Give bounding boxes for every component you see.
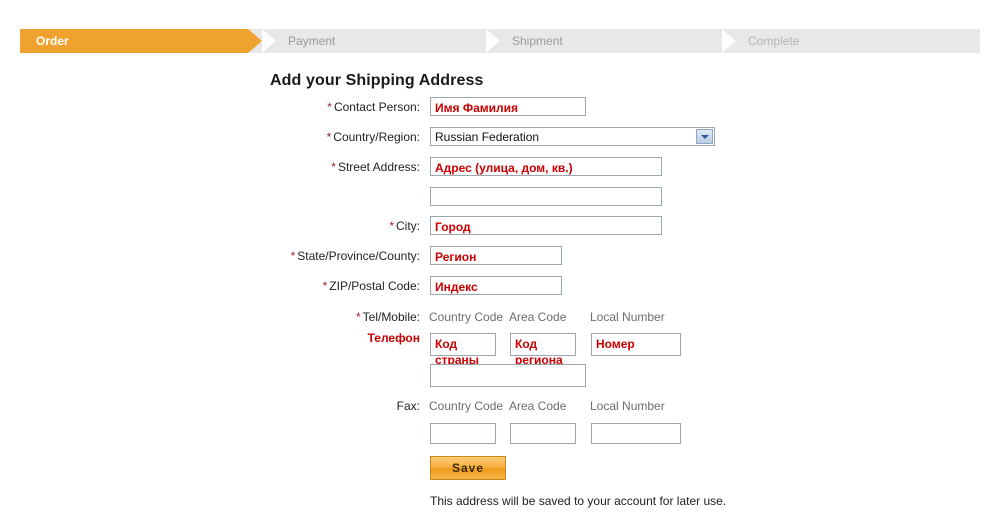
fax-country-code-input[interactable] <box>430 423 496 444</box>
tel-col-local-number: Local Number <box>590 310 665 324</box>
contact-person-input[interactable] <box>430 97 586 116</box>
fax-area-code-input[interactable] <box>510 423 576 444</box>
fax-col-country-code: Country Code <box>429 399 504 413</box>
save-button[interactable]: Save <box>430 456 506 480</box>
label-contact-person: * Contact Person: <box>180 100 420 114</box>
tel-local-number-input[interactable]: Номер <box>591 333 681 356</box>
tel-extension-input[interactable] <box>430 364 586 387</box>
label-street-address: * Street Address: <box>180 160 420 174</box>
label-fax: Fax: <box>180 399 420 413</box>
required-asterisk: * <box>327 100 332 114</box>
fax-col-local-number: Local Number <box>590 399 665 413</box>
page-title: Add your Shipping Address <box>270 72 484 89</box>
label-tel-mobile: * Tel/Mobile: <box>180 310 420 324</box>
label-state-province-text: State/Province/County: <box>297 249 420 263</box>
chevron-down-icon[interactable] <box>696 129 713 144</box>
label-tel-mobile-sub: Телефон <box>367 331 420 345</box>
tel-area-code-input[interactable]: Код региона <box>510 333 576 367</box>
state-province-input[interactable] <box>430 246 562 265</box>
fax-local-number-input[interactable] <box>591 423 681 444</box>
tel-country-code-input[interactable]: Код страны <box>430 333 496 367</box>
label-city: * City: <box>180 219 420 233</box>
tel-col-country-code: Country Code <box>429 310 504 324</box>
save-footnote: This address will be saved to your accou… <box>430 494 727 508</box>
label-zip: * ZIP/Postal Code: <box>180 279 420 293</box>
label-zip-text: ZIP/Postal Code: <box>329 279 420 293</box>
label-contact-person-text: Contact Person: <box>333 100 420 114</box>
shipping-address-form: Add your Shipping Address * Contact Perso… <box>0 0 1000 520</box>
label-city-text: City: <box>396 219 420 233</box>
zip-postal-code-input[interactable] <box>430 276 562 295</box>
label-country-region: * Country/Region: <box>180 130 420 144</box>
fax-col-area-code: Area Code <box>509 399 567 413</box>
label-street-address-text: Street Address: <box>337 160 420 174</box>
country-region-select[interactable]: Russian Federation <box>430 127 715 146</box>
city-input[interactable] <box>430 216 662 235</box>
label-tel-mobile-text: Tel/Mobile: <box>362 310 420 324</box>
required-asterisk: * <box>389 219 394 233</box>
street-address-line1-input[interactable] <box>430 157 662 176</box>
required-asterisk: * <box>355 310 361 324</box>
country-region-selected-value: Russian Federation <box>435 130 540 144</box>
label-fax-text: Fax: <box>396 399 420 413</box>
label-state-province: * State/Province/County: <box>180 249 420 263</box>
street-address-line2-input[interactable] <box>430 187 662 206</box>
label-country-region-text: Country/Region: <box>333 130 420 144</box>
required-asterisk: * <box>331 160 336 174</box>
tel-col-area-code: Area Code <box>509 310 567 324</box>
